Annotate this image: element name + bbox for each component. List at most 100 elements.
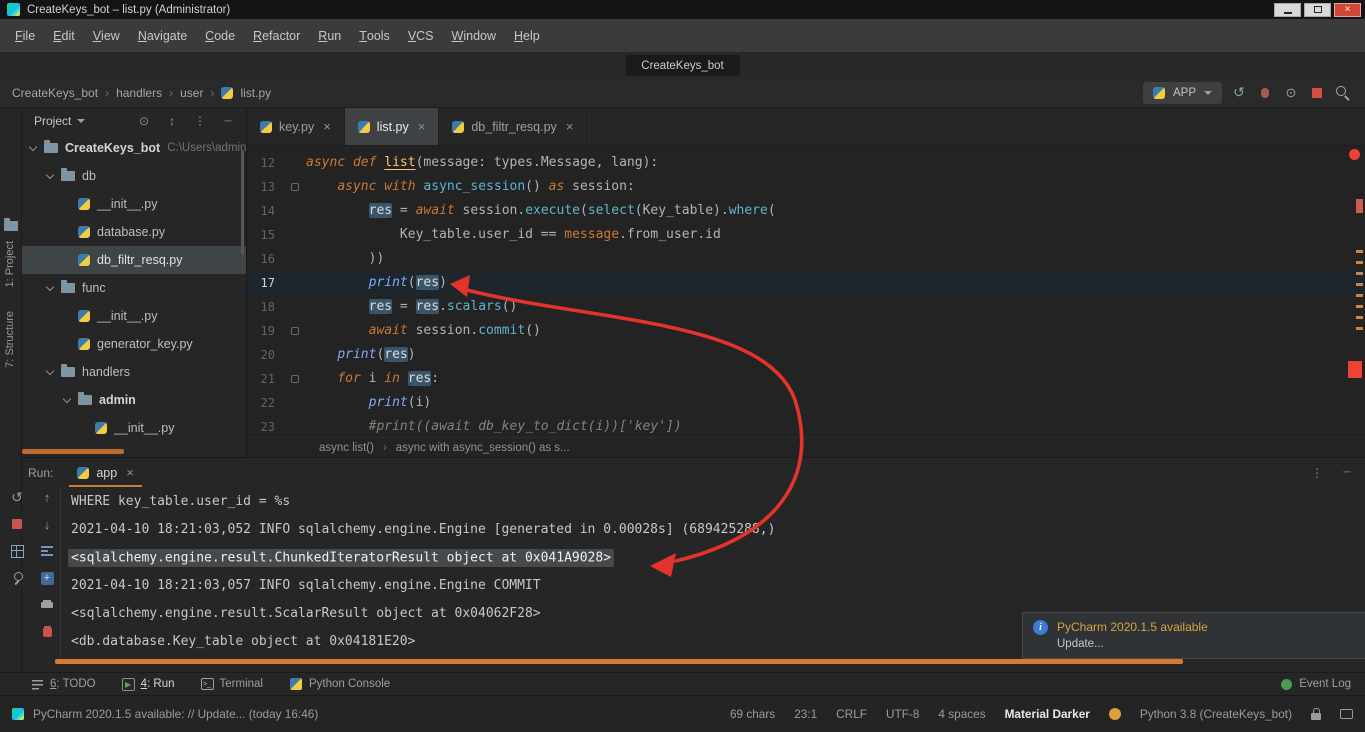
code-line[interactable]: 23 #print((await db_key_to_dict(i))['key… <box>247 415 1365 437</box>
menu-run[interactable]: Run <box>309 19 350 52</box>
editor-breadcrumb-item[interactable]: async with async_session() as s... <box>396 442 570 454</box>
down-icon[interactable] <box>38 516 56 532</box>
menu-view[interactable]: View <box>84 19 129 52</box>
scroll-end-icon[interactable] <box>38 570 56 586</box>
chevron-down-icon[interactable] <box>77 119 86 123</box>
hide-icon[interactable] <box>220 113 236 129</box>
menu-file[interactable]: File <box>6 19 44 52</box>
project-tool-icon[interactable] <box>4 218 18 231</box>
breadcrumb-item[interactable]: list.py <box>240 86 271 100</box>
tree-item[interactable]: func <box>22 274 246 302</box>
profiler-icon[interactable] <box>1281 83 1301 103</box>
tree-item[interactable]: generator_key.py <box>22 330 246 358</box>
error-stripe-mark[interactable] <box>1348 361 1362 378</box>
status-indent-style[interactable]: 4 spaces <box>938 707 985 721</box>
breadcrumb-item[interactable]: user <box>180 86 203 100</box>
tree-item[interactable]: __init__.py <box>22 414 246 442</box>
rerun-icon[interactable] <box>1229 83 1249 103</box>
tree-item[interactable]: admin <box>22 386 246 414</box>
breadcrumb-item[interactable]: handlers <box>116 86 162 100</box>
locate-icon[interactable] <box>136 113 152 129</box>
console-horizontal-scrollbar[interactable] <box>55 659 1183 664</box>
menu-refactor[interactable]: Refactor <box>244 19 309 52</box>
code-line[interactable]: 12 async def list(message: types.Message,… <box>247 151 1365 175</box>
tree-item[interactable]: database.py <box>22 218 246 246</box>
status-line-separator[interactable]: CRLF <box>836 707 867 721</box>
project-vertical-scrollbar[interactable] <box>241 150 244 255</box>
console-line[interactable]: 2021-04-10 18:21:03,052 INFO sqlalchemy.… <box>71 516 1171 544</box>
tree-item[interactable]: CreateKeys_bot C:\Users\admin\ <box>22 134 246 162</box>
status-interpreter[interactable]: Python 3.8 (CreateKeys_bot) <box>1140 707 1292 721</box>
window-switcher-tab[interactable]: CreateKeys_bot <box>625 55 740 76</box>
close-icon[interactable]: × <box>566 119 574 134</box>
pin-icon[interactable] <box>8 570 26 586</box>
options-icon[interactable] <box>1309 465 1325 481</box>
menu-help[interactable]: Help <box>505 19 549 52</box>
code-line[interactable]: 17 print(res) <box>247 271 1365 295</box>
toolwindow-button-python-console[interactable]: Python Console <box>289 677 390 691</box>
chevron-down-icon[interactable] <box>45 366 55 375</box>
notification-toast[interactable]: i PyCharm 2020.1.5 available Update... <box>1022 612 1365 659</box>
menu-window[interactable]: Window <box>443 19 505 52</box>
console-line[interactable]: <db.database.Key_table object at 0x04181… <box>71 628 1171 656</box>
status-message[interactable]: PyCharm 2020.1.5 available: // Update...… <box>33 707 318 721</box>
chevron-down-icon[interactable] <box>45 282 55 291</box>
close-button[interactable]: × <box>1334 2 1361 17</box>
menu-navigate[interactable]: Navigate <box>129 19 196 52</box>
warning-stripe-marks[interactable] <box>1356 250 1363 335</box>
screen-icon[interactable] <box>1340 709 1353 719</box>
breadcrumb-item[interactable]: CreateKeys_bot <box>12 86 98 100</box>
status-char-count[interactable]: 69 chars <box>730 707 775 721</box>
editor-tab-key.py[interactable]: key.py × <box>247 108 345 145</box>
search-icon[interactable] <box>1333 83 1353 103</box>
error-stripe-mark[interactable] <box>1356 199 1363 213</box>
minimize-button[interactable] <box>1274 2 1301 17</box>
debug-bug-icon[interactable] <box>1255 83 1275 103</box>
close-icon[interactable]: × <box>418 119 426 134</box>
tree-item[interactable]: db_filtr_resq.py <box>22 246 246 274</box>
rerun-icon[interactable] <box>8 489 26 505</box>
editor-tab-list.py[interactable]: list.py × <box>344 108 440 145</box>
fold-icon[interactable] <box>291 327 299 335</box>
code-line[interactable]: 13 async with async_session() as session… <box>247 175 1365 199</box>
console-line[interactable]: <sqlalchemy.engine.result.ChunkedIterato… <box>68 544 1171 572</box>
status-encoding[interactable]: UTF-8 <box>886 707 919 721</box>
chevron-down-icon[interactable] <box>45 170 55 179</box>
menu-edit[interactable]: Edit <box>44 19 84 52</box>
editor-tab-db_filtr_resq.py[interactable]: db_filtr_resq.py × <box>439 108 588 145</box>
fold-icon[interactable] <box>291 183 299 191</box>
code-line[interactable]: 21 for i in res: <box>247 367 1365 391</box>
close-icon[interactable]: × <box>323 119 331 134</box>
editor-breadcrumb-item[interactable]: async list() <box>319 442 374 454</box>
tree-item[interactable]: __init__.py <box>22 190 246 218</box>
maximize-button[interactable] <box>1304 2 1331 17</box>
chevron-down-icon[interactable] <box>62 394 72 403</box>
console-line[interactable]: <sqlalchemy.engine.result.ScalarResult o… <box>71 600 1171 628</box>
console-line[interactable]: 2021-04-10 18:21:03,057 INFO sqlalchemy.… <box>71 572 1171 600</box>
notification-update-link[interactable]: Update... <box>1057 638 1208 650</box>
error-badge-icon[interactable] <box>1349 149 1360 160</box>
toolwindow-button-terminal[interactable]: Terminal <box>200 678 263 690</box>
project-horizontal-scrollbar[interactable] <box>22 449 124 454</box>
status-theme[interactable]: Material Darker <box>1005 707 1090 721</box>
close-icon[interactable]: × <box>126 465 134 480</box>
status-caret-position[interactable]: 23:1 <box>794 707 817 721</box>
menu-code[interactable]: Code <box>196 19 244 52</box>
toolwindow-button-event-log[interactable]: Event Log <box>1279 677 1351 691</box>
clear-icon[interactable] <box>38 624 56 640</box>
fold-icon[interactable] <box>291 375 299 383</box>
printer-icon[interactable] <box>38 597 56 613</box>
run-config-selector[interactable]: APP <box>1142 81 1222 104</box>
options-icon[interactable] <box>192 113 208 129</box>
console-line[interactable]: WHERE key_table.user_id = %s <box>71 488 1171 516</box>
up-icon[interactable] <box>38 489 56 505</box>
tree-item[interactable]: __init__.py <box>22 302 246 330</box>
collapse-icon[interactable] <box>164 113 180 129</box>
menu-vcs[interactable]: V CS <box>399 19 443 52</box>
stop-run-icon[interactable] <box>1307 83 1327 103</box>
chevron-down-icon[interactable] <box>28 142 38 151</box>
code-line[interactable]: 19 await session.commit() <box>247 319 1365 343</box>
soft-wrap-icon[interactable] <box>38 543 56 559</box>
toolwindow-button-4-run[interactable]: 4: Run <box>121 677 175 691</box>
code-line[interactable]: 22 print(i) <box>247 391 1365 415</box>
